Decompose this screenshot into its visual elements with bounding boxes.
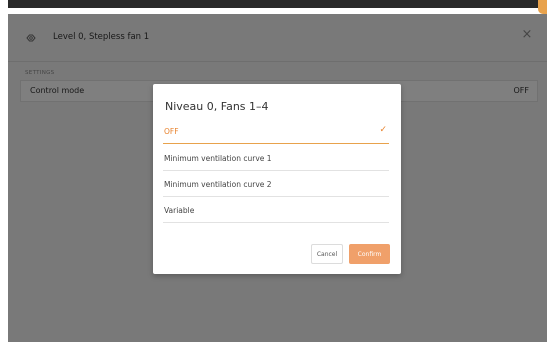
option-off[interactable]: OFF ✓ xyxy=(163,119,389,144)
option-label: OFF xyxy=(164,127,179,136)
option-label: Minimum ventilation curve 1 xyxy=(164,154,272,163)
option-min-vent-curve-1[interactable]: Minimum ventilation curve 1 xyxy=(163,146,389,171)
cancel-button[interactable]: Cancel xyxy=(311,244,343,264)
confirm-button[interactable]: Confirm xyxy=(349,244,390,264)
top-strip xyxy=(0,0,547,14)
option-label: Minimum ventilation curve 2 xyxy=(164,180,272,189)
option-label: Variable xyxy=(164,206,195,215)
check-icon: ✓ xyxy=(379,125,387,135)
accent-tab xyxy=(538,0,547,14)
dialog-title: Niveau 0, Fans 1–4 xyxy=(165,100,269,113)
top-bar xyxy=(8,0,547,8)
control-mode-dialog: Niveau 0, Fans 1–4 OFF ✓ Minimum ventila… xyxy=(153,84,401,274)
option-variable[interactable]: Variable xyxy=(163,198,389,223)
option-min-vent-curve-2[interactable]: Minimum ventilation curve 2 xyxy=(163,172,389,197)
